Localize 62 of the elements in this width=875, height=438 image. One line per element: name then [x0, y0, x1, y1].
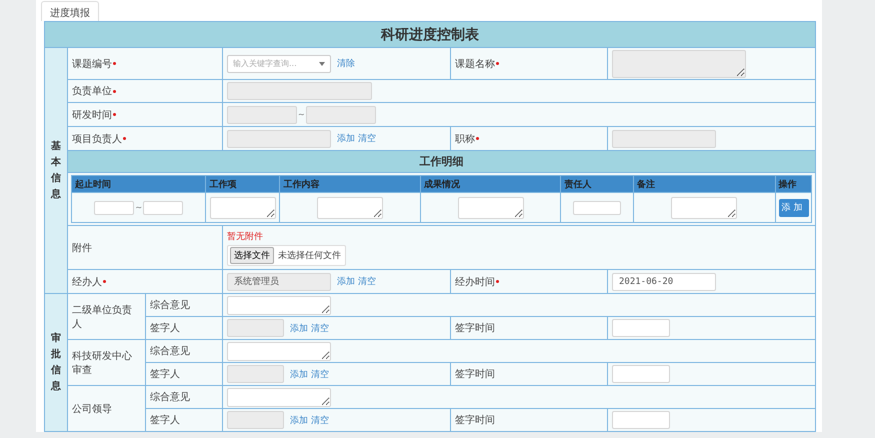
field-label: 签字时间 [455, 415, 495, 426]
field-label: 综合意见 [150, 392, 190, 403]
text-area[interactable] [458, 196, 524, 218]
file-input[interactable]: 选择文件 未选择任何文件 [227, 244, 346, 266]
text-area[interactable] [227, 388, 331, 406]
input-field[interactable] [573, 200, 622, 214]
tab[interactable]: 进度填报 [41, 1, 99, 21]
field-label: 职称 [455, 134, 475, 144]
text-link[interactable]: 添加 [290, 322, 308, 334]
field-label: 研发时间 [72, 110, 112, 120]
field-label: 签字时间 [455, 369, 495, 380]
form-title: 科研进度控制表 [44, 22, 816, 48]
input-field[interactable] [94, 200, 134, 214]
section-title: 工作明细 [68, 150, 816, 172]
column-header: 操作 [775, 176, 812, 192]
field-label: 签字人 [150, 415, 180, 426]
field-label: 附件 [72, 242, 92, 254]
caret-icon [319, 62, 325, 66]
text-area[interactable] [210, 196, 276, 218]
approver-label: 二级单位负责人 [72, 304, 132, 330]
date-field[interactable] [612, 365, 670, 383]
field-label: 签字人 [150, 323, 180, 334]
field-label: 课题名称 [455, 58, 495, 70]
field-label: 综合意见 [150, 300, 190, 311]
date-field[interactable]: 2021-06-20 [612, 272, 716, 290]
field-label: 经办时间 [455, 276, 495, 288]
text-link[interactable]: 清空 [311, 414, 329, 426]
column-header: 工作内容 [280, 176, 420, 192]
text-link[interactable]: 添加 [290, 368, 308, 380]
column-header: 成果情况 [420, 176, 561, 192]
range-separator: ~ [135, 203, 142, 212]
field-label: 课题编号 [72, 58, 112, 70]
approver-label: 公司领导 [72, 404, 112, 414]
field-label: 经办人 [72, 276, 102, 288]
column-header: 起止时间 [72, 176, 206, 192]
field-label: 项目负责人 [72, 134, 122, 144]
approver-label: 科技研发中心审查 [72, 350, 132, 376]
text-area[interactable] [227, 296, 331, 314]
section-label: 审批信息 [51, 331, 61, 394]
range-separator: ~ [298, 110, 305, 119]
text-link[interactable]: 清除 [337, 57, 355, 70]
text-area[interactable] [317, 196, 383, 218]
text-link[interactable]: 清空 [311, 322, 329, 334]
attachment-note: 暂无附件 [227, 230, 264, 242]
add-button[interactable]: 添加 [778, 198, 809, 216]
text-area[interactable] [671, 196, 738, 218]
field-label: 签字人 [150, 369, 180, 380]
date-field[interactable] [612, 319, 670, 337]
column-header: 工作项 [206, 176, 280, 192]
date-field[interactable] [612, 411, 670, 429]
text-area[interactable] [227, 342, 331, 360]
field-label: 综合意见 [150, 346, 190, 357]
choose-file-button[interactable]: 选择文件 [230, 246, 274, 264]
search-select[interactable]: 输入关键字查询... [227, 54, 331, 72]
field-label: 负责单位 [72, 86, 112, 97]
section-label: 基本信息 [51, 140, 61, 202]
column-header: 责任人 [560, 176, 634, 192]
column-header: 备注 [634, 176, 776, 192]
text-link[interactable]: 添加 [290, 414, 308, 426]
input-field[interactable] [143, 200, 184, 214]
field-label: 签字时间 [455, 323, 495, 334]
text-link[interactable]: 清空 [311, 368, 329, 380]
